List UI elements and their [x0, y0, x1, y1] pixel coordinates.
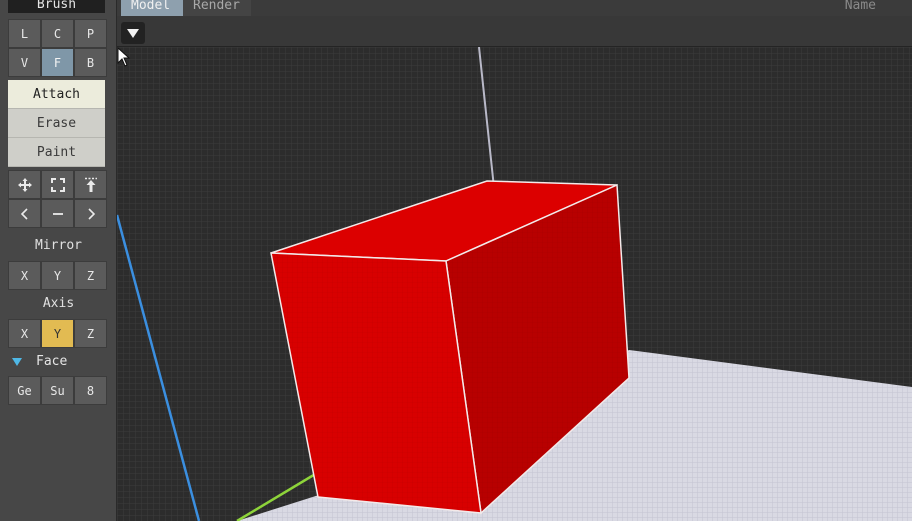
mouse-cursor-icon — [117, 47, 131, 67]
face-toggle[interactable]: Face — [12, 354, 67, 369]
axis-z-button[interactable]: Z — [74, 319, 107, 348]
tab-render[interactable]: Render — [183, 0, 251, 16]
brush-c-button[interactable]: C — [41, 19, 74, 48]
face-buttons: Ge Su 8 — [8, 376, 107, 405]
brush-panel: Brush L C P V F B Attach Erase Paint Mir… — [0, 0, 117, 521]
face-8-button[interactable]: 8 — [74, 376, 107, 405]
mirror-y-button[interactable]: Y — [41, 261, 74, 290]
mirror-label: Mirror — [35, 238, 82, 253]
tab-bar: Model Render Name — [117, 0, 912, 16]
face-ge-button[interactable]: Ge — [8, 376, 41, 405]
triangle-down-icon — [12, 357, 22, 366]
brush-p-button[interactable]: P — [74, 19, 107, 48]
attach-mode-button[interactable]: Attach — [8, 80, 105, 109]
face-su-button[interactable]: Su — [41, 376, 74, 405]
brush-f-button[interactable]: F — [41, 48, 74, 77]
raise-icon[interactable] — [74, 170, 107, 199]
mirror-z-button[interactable]: Z — [74, 261, 107, 290]
name-label: Name — [844, 0, 876, 13]
chevron-right-icon[interactable] — [74, 199, 107, 228]
minus-icon[interactable] — [41, 199, 74, 228]
move-icon[interactable] — [8, 170, 41, 199]
scene — [117, 47, 912, 521]
erase-mode-button[interactable]: Erase — [8, 109, 105, 138]
transform-tools — [8, 170, 107, 228]
axis-x-button[interactable]: X — [8, 319, 41, 348]
brush-v-button[interactable]: V — [8, 48, 41, 77]
axis-label: Axis — [42, 296, 75, 311]
mirror-buttons: X Y Z — [8, 261, 107, 290]
brush-l-button[interactable]: L — [8, 19, 41, 48]
brush-mode-list: Attach Erase Paint — [8, 80, 105, 167]
face-label: Face — [36, 354, 68, 369]
panel-title: Brush — [8, 0, 105, 13]
chevron-left-icon[interactable] — [8, 199, 41, 228]
view-menu-button[interactable] — [121, 22, 145, 44]
brush-type-grid: L C P V F B — [8, 19, 107, 77]
paint-mode-button[interactable]: Paint — [8, 138, 105, 167]
tab-model[interactable]: Model — [121, 0, 183, 16]
viewport-toolbar — [117, 16, 912, 47]
brush-b-button[interactable]: B — [74, 48, 107, 77]
axis-buttons: X Y Z — [8, 319, 107, 348]
3d-viewport[interactable] — [117, 47, 912, 521]
select-frame-icon[interactable] — [41, 170, 74, 199]
axis-y-button[interactable]: Y — [41, 319, 74, 348]
triangle-down-icon — [127, 28, 139, 38]
mirror-x-button[interactable]: X — [8, 261, 41, 290]
